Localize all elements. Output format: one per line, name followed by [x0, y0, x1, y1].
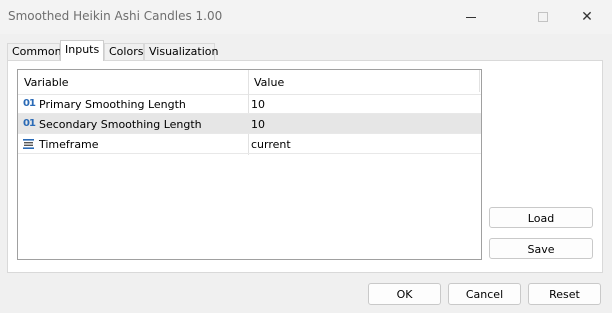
table-row[interactable]: 01 Primary Smoothing Length 10 — [18, 94, 481, 114]
table-row[interactable]: 01 Secondary Smoothing Length 10 — [18, 114, 481, 134]
column-divider — [479, 70, 480, 92]
reset-button[interactable]: Reset — [528, 283, 601, 305]
cancel-button[interactable]: Cancel — [448, 283, 521, 305]
tab-visualization[interactable]: Visualization — [144, 43, 218, 60]
maximize-button[interactable] — [530, 6, 556, 28]
table-row[interactable]: Timeframe current — [18, 134, 481, 154]
close-icon: ✕ — [581, 9, 593, 25]
load-button[interactable]: Load — [489, 207, 593, 228]
variable-value[interactable]: 10 — [251, 98, 265, 111]
variable-name: Secondary Smoothing Length — [39, 118, 202, 131]
minimize-icon — [466, 16, 476, 18]
maximize-icon — [538, 12, 548, 22]
close-button[interactable]: ✕ — [574, 6, 600, 28]
variable-name: Primary Smoothing Length — [39, 98, 186, 111]
integer-icon: 01 — [23, 118, 36, 129]
variable-value[interactable]: 10 — [251, 118, 265, 131]
tab-inputs[interactable]: Inputs — [60, 40, 104, 61]
column-header-variable[interactable]: Variable — [24, 76, 69, 89]
variable-value[interactable]: current — [251, 138, 291, 151]
variable-name: Timeframe — [39, 138, 99, 151]
enum-list-icon — [23, 139, 34, 149]
ok-button[interactable]: OK — [368, 283, 441, 305]
title-bar: Smoothed Heikin Ashi Candles 1.00 ✕ — [0, 0, 612, 34]
save-button[interactable]: Save — [489, 238, 593, 259]
tab-colors[interactable]: Colors — [104, 43, 144, 60]
integer-icon: 01 — [23, 98, 36, 109]
inputs-grid: Variable Value 01 Primary Smoothing Leng… — [17, 69, 482, 260]
column-header-value[interactable]: Value — [254, 76, 284, 89]
window-title: Smoothed Heikin Ashi Candles 1.00 — [8, 9, 223, 23]
grid-header: Variable Value — [18, 70, 481, 95]
tab-common[interactable]: Common — [7, 43, 62, 60]
minimize-button[interactable] — [458, 6, 484, 28]
